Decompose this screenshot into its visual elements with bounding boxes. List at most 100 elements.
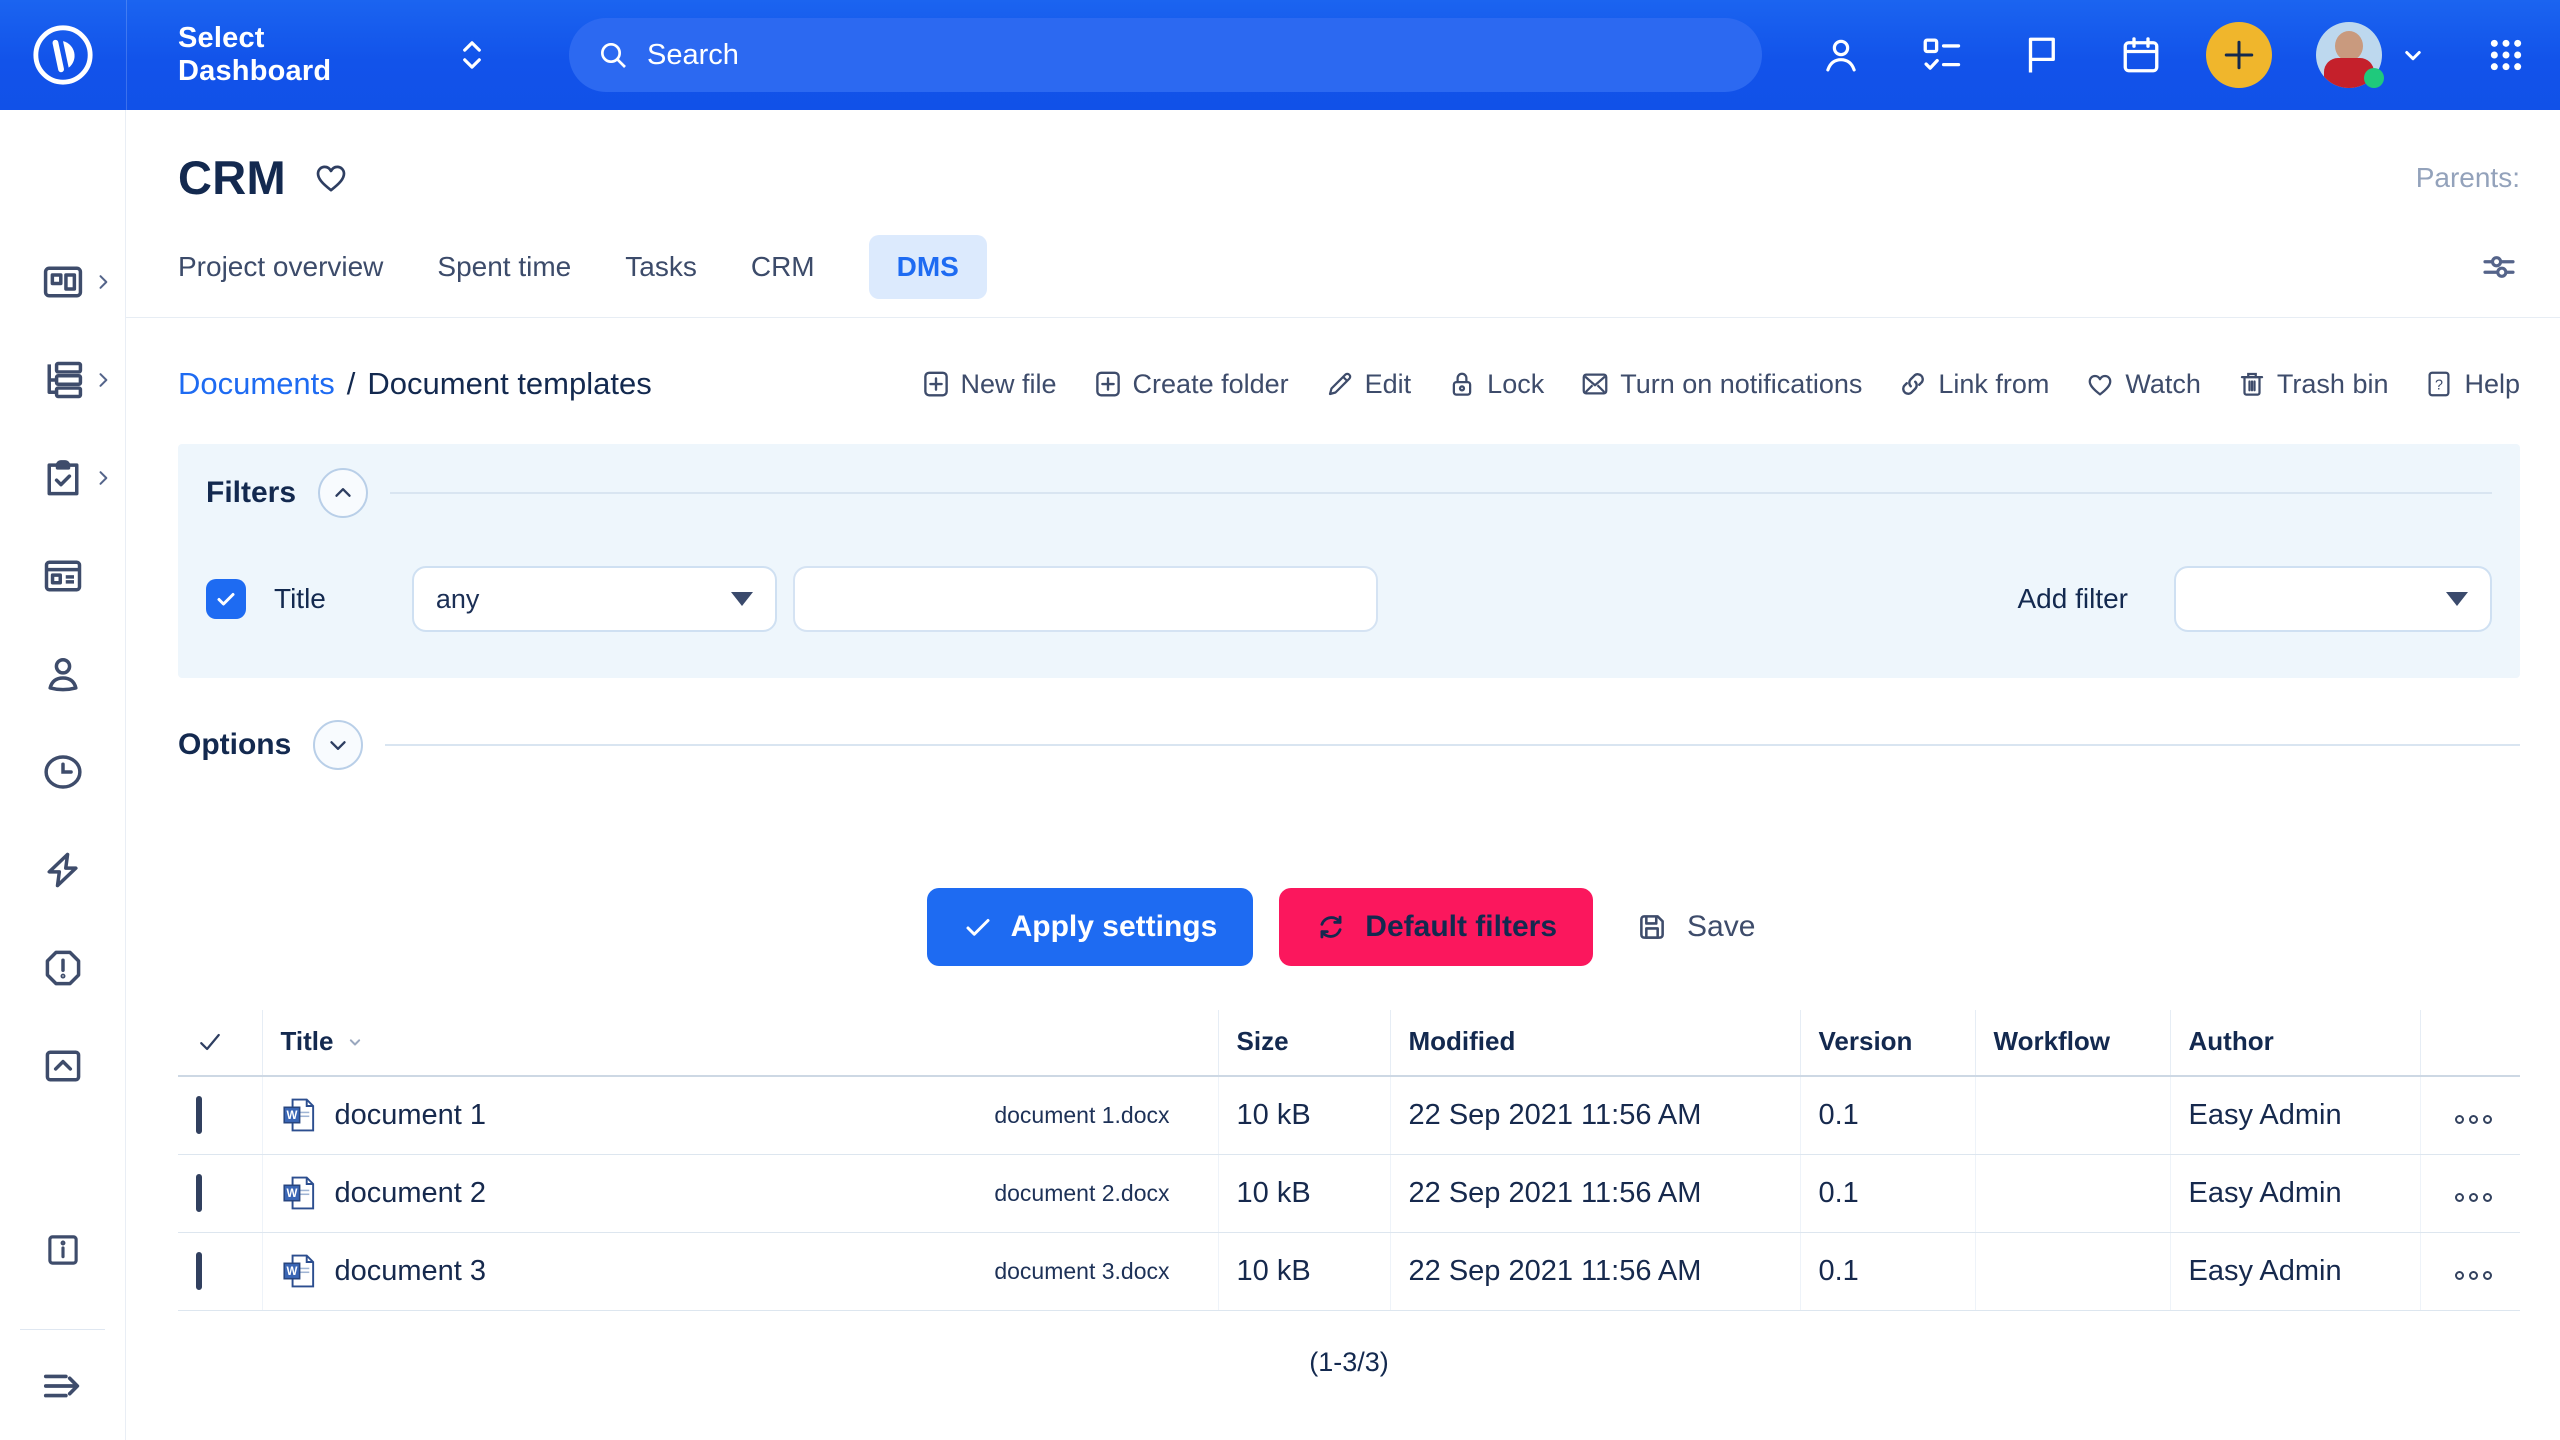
- row-checkbox[interactable]: [196, 1096, 202, 1134]
- svg-text:W: W: [286, 1110, 297, 1122]
- help-button[interactable]: ? Help: [2424, 369, 2520, 400]
- checklist-icon[interactable]: [1920, 34, 1962, 76]
- apply-settings-label: Apply settings: [1011, 910, 1218, 944]
- breadcrumb-current: Document templates: [367, 366, 651, 402]
- add-filter-select[interactable]: [2174, 566, 2492, 632]
- row-context-menu[interactable]: [2450, 1099, 2492, 1132]
- document-title-link[interactable]: document 3: [335, 1255, 487, 1288]
- search-input[interactable]: [647, 39, 1547, 72]
- default-filters-button[interactable]: Default filters: [1279, 888, 1593, 966]
- sidebar-item-users[interactable]: [0, 652, 125, 696]
- tab-crm[interactable]: CRM: [751, 235, 815, 299]
- filter-row-title: Title any Add filter: [206, 566, 2492, 632]
- table-header-row: Title Size Modified Version Workflow Aut…: [178, 1010, 2520, 1076]
- dashboard-selector[interactable]: Select Dashboard: [178, 22, 487, 88]
- save-button[interactable]: Save: [1619, 888, 1771, 966]
- sidebar-item-quick-actions[interactable]: [0, 848, 125, 892]
- options-expand-button[interactable]: [313, 720, 363, 770]
- edit-button[interactable]: Edit: [1325, 369, 1412, 400]
- global-search[interactable]: [569, 18, 1762, 92]
- title-filter-value-input[interactable]: [793, 566, 1378, 632]
- document-version: 0.1: [1800, 1232, 1975, 1310]
- row-context-menu[interactable]: [2450, 1177, 2492, 1210]
- svg-text:?: ?: [2435, 377, 2443, 393]
- column-header-size[interactable]: Size: [1218, 1010, 1390, 1076]
- link-from-button[interactable]: Link from: [1898, 369, 2049, 400]
- sidebar-item-cards[interactable]: [0, 554, 125, 598]
- edit-label: Edit: [1365, 369, 1412, 400]
- column-header-modified[interactable]: Modified: [1390, 1010, 1800, 1076]
- column-header-actions: [2420, 1010, 2520, 1076]
- new-file-label: New file: [961, 369, 1057, 400]
- chevron-right-icon: [93, 370, 113, 390]
- row-checkbox[interactable]: [196, 1252, 202, 1290]
- tab-project-overview[interactable]: Project overview: [178, 235, 383, 299]
- sidebar-collapse-button[interactable]: [0, 1363, 125, 1409]
- select-all-header[interactable]: [178, 1010, 262, 1076]
- sidebar-item-upgrade[interactable]: [0, 1044, 125, 1088]
- sidebar-item-tasks[interactable]: [0, 456, 125, 500]
- link-icon: [1898, 369, 1928, 399]
- tab-dms[interactable]: DMS: [869, 235, 987, 299]
- column-header-author[interactable]: Author: [2170, 1010, 2420, 1076]
- create-new-button[interactable]: [2206, 22, 2272, 88]
- apply-settings-button[interactable]: Apply settings: [927, 888, 1254, 966]
- app-logo[interactable]: [0, 23, 126, 87]
- column-header-workflow[interactable]: Workflow: [1975, 1010, 2170, 1076]
- favorite-heart-icon[interactable]: [312, 158, 350, 196]
- sidebar-item-project-tree[interactable]: [0, 358, 125, 402]
- account-menu-chevron-icon[interactable]: [2398, 40, 2428, 70]
- plus-square-icon: [921, 369, 951, 399]
- floppy-save-icon: [1635, 910, 1669, 944]
- envelope-icon: [1580, 369, 1610, 399]
- user-icon: [41, 652, 85, 696]
- easy-software-logo-icon: [31, 23, 95, 87]
- filters-panel: Filters Title any: [178, 444, 2520, 678]
- apps-grid-icon[interactable]: [2486, 35, 2526, 75]
- topbar-actions: [1762, 22, 2526, 88]
- tab-tasks[interactable]: Tasks: [625, 235, 697, 299]
- title-filter-label: Title: [274, 583, 326, 615]
- filter-sliders-icon[interactable]: [2478, 246, 2520, 288]
- check-icon: [963, 912, 993, 942]
- project-tabs: Project overview Spent time Tasks CRM DM…: [178, 235, 2520, 299]
- check-icon: [196, 1028, 248, 1056]
- trash-bin-button[interactable]: Trash bin: [2237, 369, 2389, 400]
- document-author: Easy Admin: [2170, 1076, 2420, 1154]
- filters-collapse-button[interactable]: [318, 468, 368, 518]
- create-folder-button[interactable]: Create folder: [1093, 369, 1289, 400]
- document-workflow: [1975, 1154, 2170, 1232]
- sidebar-item-alerts[interactable]: [0, 946, 125, 990]
- lock-button[interactable]: Lock: [1447, 369, 1544, 400]
- avatar[interactable]: [2316, 22, 2382, 88]
- row-checkbox[interactable]: [196, 1174, 202, 1212]
- tab-spent-time[interactable]: Spent time: [437, 235, 571, 299]
- dashboard-icon: [41, 260, 85, 304]
- title-operator-select[interactable]: any: [412, 566, 777, 632]
- user-icon[interactable]: [1820, 34, 1862, 76]
- new-file-button[interactable]: New file: [921, 369, 1057, 400]
- document-workflow: [1975, 1076, 2170, 1154]
- notifications-button[interactable]: Turn on notifications: [1580, 369, 1862, 400]
- check-icon: [214, 587, 238, 611]
- column-header-title[interactable]: Title: [262, 1010, 1218, 1076]
- question-square-icon: ?: [2424, 369, 2454, 399]
- sidebar-item-time[interactable]: [0, 750, 125, 794]
- title-filter-checkbox[interactable]: [206, 579, 246, 619]
- filters-title: Filters: [206, 476, 296, 510]
- watch-button[interactable]: Watch: [2085, 369, 2201, 400]
- calendar-icon[interactable]: [2120, 34, 2162, 76]
- document-title-link[interactable]: document 2: [335, 1177, 487, 1210]
- column-header-version[interactable]: Version: [1800, 1010, 1975, 1076]
- sidebar-item-info[interactable]: [0, 1229, 125, 1271]
- document-filename: document 1.docx: [994, 1102, 1203, 1129]
- heart-icon: [2085, 369, 2115, 399]
- sidebar-item-dashboard[interactable]: [0, 260, 125, 304]
- breadcrumb-documents-link[interactable]: Documents: [178, 366, 335, 402]
- notifications-label: Turn on notifications: [1620, 369, 1862, 400]
- document-title-link[interactable]: document 1: [335, 1099, 487, 1132]
- flag-icon[interactable]: [2020, 34, 2062, 76]
- trash-icon: [2237, 369, 2267, 399]
- sort-updown-icon: [457, 38, 487, 72]
- row-context-menu[interactable]: [2450, 1255, 2492, 1288]
